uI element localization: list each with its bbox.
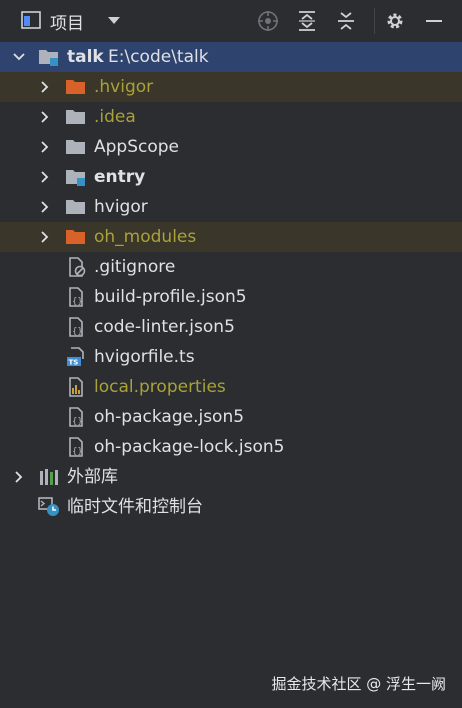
svg-text:{}: {} xyxy=(72,417,83,427)
svg-text:{}: {} xyxy=(72,297,83,307)
hide-icon[interactable] xyxy=(422,9,446,33)
json-file-icon: {} xyxy=(69,287,83,307)
tree-row[interactable]: .hvigor xyxy=(0,72,462,102)
toolbar-separator xyxy=(374,8,375,34)
root-path: E:\code\talk xyxy=(108,47,209,67)
chevron-right-icon[interactable] xyxy=(12,470,26,484)
scratches-icon xyxy=(38,497,59,516)
module-folder-icon xyxy=(66,170,85,186)
chevron-right-icon[interactable] xyxy=(38,140,52,154)
tree-item-label: hvigor xyxy=(94,197,148,217)
folder-icon xyxy=(66,200,85,214)
tree-row-scratches[interactable]: 临时文件和控制台 xyxy=(0,492,462,522)
chevron-right-icon[interactable] xyxy=(38,110,52,124)
tree-row[interactable]: local.properties xyxy=(0,372,462,402)
tree-row[interactable]: {} oh-package.json5 xyxy=(0,402,462,432)
project-view-title[interactable]: 项目 xyxy=(50,9,84,34)
tree-row-root[interactable]: talk E:\code\talk xyxy=(0,42,462,72)
json-file-icon: {} xyxy=(69,437,83,457)
gitignore-file-icon xyxy=(69,257,86,277)
chevron-right-icon[interactable] xyxy=(38,170,52,184)
tree-item-label: AppScope xyxy=(94,137,179,157)
folder-icon xyxy=(66,110,85,124)
tree-item-label: entry xyxy=(94,167,146,187)
tree-row[interactable]: oh_modules xyxy=(0,222,462,252)
svg-text:{}: {} xyxy=(72,327,83,337)
properties-file-icon xyxy=(69,377,83,397)
json-file-icon: {} xyxy=(69,407,83,427)
project-toolbar: 项目 xyxy=(0,0,462,42)
typescript-file-icon: TS xyxy=(67,347,84,367)
excluded-folder-icon xyxy=(66,80,85,94)
tree-item-label: oh-package.json5 xyxy=(94,407,245,427)
libraries-icon xyxy=(40,469,58,485)
tree-item-label: .gitignore xyxy=(94,257,176,277)
tree-item-label: hvigorfile.ts xyxy=(94,347,195,367)
tree-row[interactable]: {} code-linter.json5 xyxy=(0,312,462,342)
tree-row[interactable]: entry xyxy=(0,162,462,192)
expand-all-icon[interactable] xyxy=(295,9,319,33)
chevron-right-icon[interactable] xyxy=(38,200,52,214)
tree-item-label: oh-package-lock.json5 xyxy=(94,437,285,457)
tree-item-label: .idea xyxy=(94,107,136,127)
folder-icon xyxy=(66,140,85,154)
tree-item-label: build-profile.json5 xyxy=(94,287,247,307)
chevron-right-icon[interactable] xyxy=(38,80,52,94)
locate-icon[interactable] xyxy=(256,9,280,33)
excluded-folder-icon xyxy=(66,230,85,244)
tree-row[interactable]: .gitignore xyxy=(0,252,462,282)
tree-item-label: .hvigor xyxy=(94,77,154,97)
watermark: 掘金技术社区 @ 浮生一阙 xyxy=(271,675,446,693)
tree-row-external-libraries[interactable]: 外部库 xyxy=(0,462,462,492)
module-folder-icon xyxy=(39,50,58,66)
tree-row[interactable]: AppScope xyxy=(0,132,462,162)
svg-text:{}: {} xyxy=(72,447,83,457)
tree-item-label: oh_modules xyxy=(94,227,197,247)
chevron-right-icon[interactable] xyxy=(38,230,52,244)
tree-row[interactable]: TS hvigorfile.ts xyxy=(0,342,462,372)
tree-item-label: code-linter.json5 xyxy=(94,317,235,337)
dropdown-icon[interactable] xyxy=(106,14,122,26)
tree-item-label: 外部库 xyxy=(67,467,118,487)
project-view-icon xyxy=(21,11,41,29)
tree-item-label: local.properties xyxy=(94,377,226,397)
collapse-all-icon[interactable] xyxy=(334,9,358,33)
tree-row[interactable]: hvigor xyxy=(0,192,462,222)
json-file-icon: {} xyxy=(69,317,83,337)
settings-icon[interactable] xyxy=(383,9,407,33)
tree-row[interactable]: {} build-profile.json5 xyxy=(0,282,462,312)
svg-text:TS: TS xyxy=(69,359,79,367)
tree-row[interactable]: .idea xyxy=(0,102,462,132)
tree-row[interactable]: {} oh-package-lock.json5 xyxy=(0,432,462,462)
tree-item-label: 临时文件和控制台 xyxy=(67,497,203,517)
root-name: talk xyxy=(67,47,104,67)
chevron-down-icon[interactable] xyxy=(12,50,26,64)
